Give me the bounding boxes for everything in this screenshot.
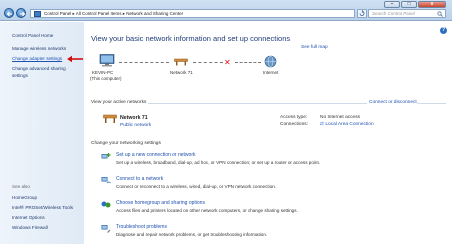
connections-label: Connections: <box>280 122 308 127</box>
control-panel-icon <box>34 11 41 17</box>
sidebar-link-advanced-sharing-cont[interactable]: settings <box>12 73 28 78</box>
back-button[interactable] <box>4 8 14 18</box>
search-placeholder: Search Control Panel <box>372 11 415 16</box>
sidebar-link-internet-options[interactable]: Internet Options <box>12 215 45 220</box>
map-link-1 <box>119 62 169 63</box>
title-bar: – □ x Control Panel ▸ All Control Panel … <box>0 0 452 21</box>
page-title: View your basic network information and … <box>91 34 291 43</box>
task-troubleshoot-desc: Diagnose and repair network problems, or… <box>116 232 268 237</box>
connect-disconnect-link[interactable]: Connect or disconnect <box>367 100 417 105</box>
maximize-button[interactable]: □ <box>401 1 417 8</box>
address-bar[interactable]: Control Panel ▸ All Control Panel Items … <box>30 9 355 18</box>
access-type-label: Access type: <box>280 115 308 120</box>
change-settings-title: Change your networking settings <box>91 141 163 146</box>
search-input[interactable]: Search Control Panel <box>368 9 446 18</box>
homegroup-icon <box>101 201 111 208</box>
task-setup-connection[interactable]: Set up a new connection or network <box>116 152 196 158</box>
task-homegroup-sharing[interactable]: Choose homegroup and sharing options <box>116 200 205 206</box>
sidebar-link-control-panel-home[interactable]: Control Panel Home <box>12 33 53 38</box>
map-network-name: Network 71 <box>170 70 193 75</box>
network-bench-icon <box>103 114 117 123</box>
forward-arrow-icon <box>20 11 26 17</box>
refresh-icon <box>359 10 365 16</box>
task-homegroup-sharing-desc: Access files and printers located on oth… <box>116 208 298 213</box>
back-arrow-icon <box>6 11 12 17</box>
forward-button[interactable] <box>16 8 26 18</box>
local-area-connection-link[interactable]: ⇄ Local Area Connection <box>320 122 374 127</box>
main-content: ? View your basic network information an… <box>85 22 452 244</box>
sidebar-link-advanced-sharing[interactable]: Change advanced sharing <box>12 66 66 71</box>
bench-icon <box>174 58 188 66</box>
task-troubleshoot[interactable]: Troubleshoot problems <box>116 224 167 230</box>
close-button[interactable]: x <box>418 1 446 8</box>
annotation-arrow-icon <box>67 55 83 63</box>
sidebar-link-windows-firewall[interactable]: Windows Firewall <box>12 225 48 230</box>
sidebar-link-change-adapter[interactable]: Change adapter settings <box>12 56 62 61</box>
computer-sub: (This computer) <box>90 76 122 81</box>
connections-value[interactable]: Local Area Connection <box>325 122 373 127</box>
see-full-map-link[interactable]: See full map <box>301 45 328 50</box>
computer-name: KEVIN-PC <box>92 70 114 75</box>
see-also-heading: See also <box>12 184 30 189</box>
computer-icon <box>99 54 115 67</box>
active-networks-title: View your active networks <box>91 100 149 105</box>
sidebar-link-homegroup[interactable]: HomeGroup <box>12 195 37 200</box>
access-type-value: No Internet access <box>320 115 360 120</box>
troubleshoot-icon <box>101 225 111 233</box>
network-node <box>174 57 188 68</box>
sidebar-link-intel-proset[interactable]: Intel® PROSet/Wireless Tools <box>12 205 73 210</box>
task-connect-network-desc: Connect or reconnect to a wireless, wire… <box>116 184 277 189</box>
sidebar: Control Panel Home Manage wireless netwo… <box>0 22 84 244</box>
active-network-name: Network 71 <box>120 115 148 121</box>
sidebar-link-manage-wireless[interactable]: Manage wireless networks <box>12 46 66 51</box>
map-link-3 <box>235 62 261 63</box>
connect-network-icon <box>101 177 111 184</box>
setup-connection-icon <box>101 153 111 159</box>
globe-icon <box>264 55 277 68</box>
network-type-link[interactable]: Public network <box>120 123 151 128</box>
search-icon <box>437 11 443 17</box>
map-internet: Internet <box>263 70 279 75</box>
help-button[interactable]: ? <box>440 27 447 34</box>
internet-node <box>264 55 277 70</box>
map-link-2 <box>193 62 223 63</box>
task-setup-connection-desc: Set up a wireless, broadband, dial-up, a… <box>116 160 321 165</box>
task-connect-network[interactable]: Connect to a network <box>116 176 163 182</box>
refresh-button[interactable] <box>357 9 367 18</box>
computer-node <box>99 54 115 69</box>
minimize-button[interactable]: – <box>384 1 400 8</box>
no-connection-icon: ✕ <box>224 58 231 67</box>
breadcrumb[interactable]: Control Panel ▸ All Control Panel Items … <box>44 11 183 17</box>
